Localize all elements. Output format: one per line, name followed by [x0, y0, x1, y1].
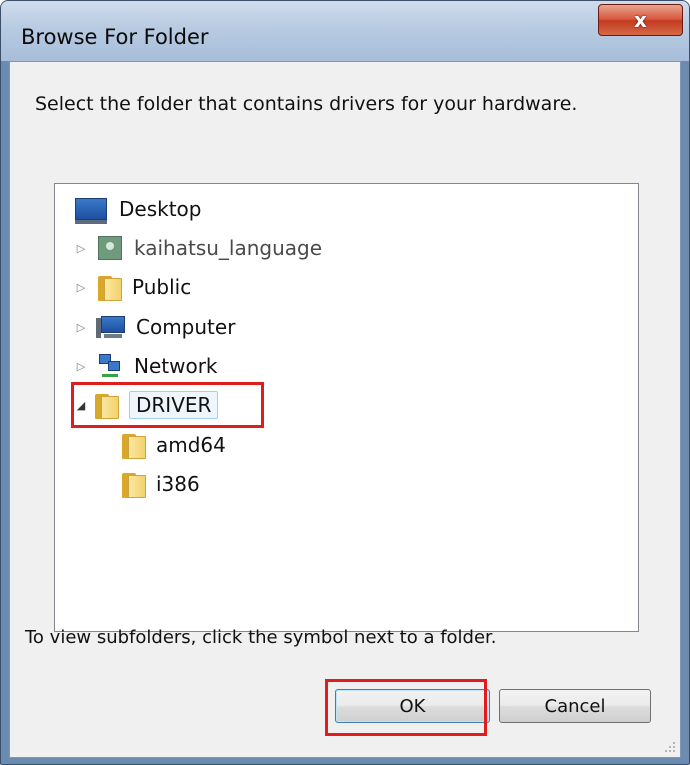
tree-item-label: Desktop [119, 197, 202, 221]
tree-item-label: kaihatsu_language [134, 236, 323, 260]
expand-arrow-icon[interactable]: ▷ [75, 242, 87, 255]
tree-item-network[interactable]: Network [98, 348, 218, 384]
folder-icon [98, 274, 124, 301]
computer-icon [96, 315, 126, 339]
ok-highlight-box [325, 679, 487, 736]
tree-item-label: Public [132, 275, 192, 299]
tree-item-user[interactable]: kaihatsu_language [98, 230, 322, 266]
title-bar[interactable]: Browse For Folder x [1, 1, 689, 61]
expand-arrow-icon[interactable]: ▷ [75, 281, 87, 294]
window-title: Browse For Folder [21, 25, 209, 49]
tree-item-label: Network [134, 354, 218, 378]
tree-item-label: Computer [136, 315, 236, 339]
folder-icon [122, 471, 148, 498]
folder-icon [122, 432, 148, 459]
close-button[interactable]: x [598, 4, 683, 36]
tree-item-desktop[interactable]: Desktop [75, 191, 201, 227]
tree-item-label: amd64 [156, 433, 226, 457]
user-folder-icon [98, 236, 122, 260]
dialog-body: Select the folder that contains drivers … [9, 61, 681, 758]
driver-highlight-box [71, 382, 264, 428]
folder-tree[interactable]: Desktop ▷ kaihatsu_language ▷ Public ▷ C… [54, 183, 639, 632]
tree-item-amd64[interactable]: amd64 [122, 427, 226, 463]
desktop-icon [75, 198, 107, 224]
expand-arrow-icon[interactable]: ▷ [75, 321, 87, 334]
cancel-button[interactable]: Cancel [499, 689, 651, 723]
tree-item-i386[interactable]: i386 [122, 466, 200, 502]
hint-text: To view subfolders, click the symbol nex… [25, 627, 497, 648]
resize-grip[interactable] [664, 741, 676, 753]
close-icon: x [634, 8, 647, 32]
tree-item-label: i386 [156, 472, 200, 496]
instruction-text: Select the folder that contains drivers … [35, 93, 578, 115]
browse-for-folder-dialog: Browse For Folder x Select the folder th… [0, 0, 690, 765]
network-icon [98, 353, 122, 379]
expand-arrow-icon[interactable]: ▷ [75, 360, 87, 373]
tree-item-computer[interactable]: Computer [96, 309, 235, 345]
tree-item-public[interactable]: Public [98, 269, 191, 305]
